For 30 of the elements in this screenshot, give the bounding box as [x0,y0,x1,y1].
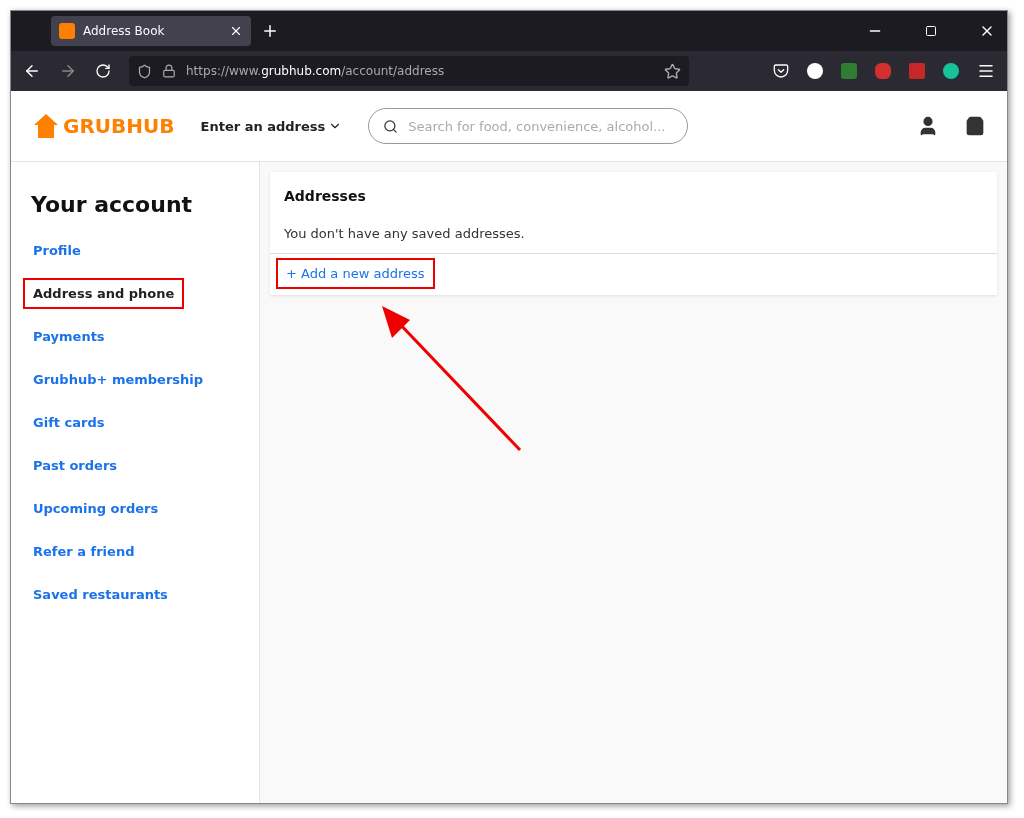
star-icon[interactable] [664,62,681,80]
pocket-icon[interactable] [773,63,789,79]
site-icon [59,23,75,39]
page-title: Your account [31,192,194,217]
sidebar-link[interactable]: Past orders [23,450,128,481]
maximize-icon[interactable] [925,25,937,37]
menu-icon[interactable] [977,62,995,80]
lock-icon [162,64,176,78]
close-icon[interactable] [229,24,243,38]
sidebar-link[interactable]: Saved restaurants [23,579,178,610]
sidebar-link[interactable]: Payments [23,321,115,352]
card-title: Addresses [283,187,367,204]
search-icon [383,118,399,134]
sidebar-link[interactable]: Refer a friend [23,536,145,567]
url-field[interactable]: https://www.grubhub.com/account/address [129,56,689,86]
sidebar-link[interactable]: Upcoming orders [23,493,169,524]
shield-icon [137,63,152,79]
sidebar-link[interactable]: Gift cards [23,407,115,438]
browser-tab[interactable]: Address Book [51,16,251,46]
back-icon[interactable] [23,62,41,80]
sidebar-link[interactable]: Address and phone [23,278,185,309]
add-address-link[interactable]: + Add a new address [276,258,435,289]
site-logo[interactable]: GRUBHUB [33,113,175,139]
empty-message: You don't have any saved addresses. [270,204,997,254]
reload-icon[interactable] [95,63,111,79]
forward-icon[interactable] [59,62,77,80]
sidebar-link[interactable]: Profile [23,235,91,266]
new-tab-icon[interactable] [261,22,279,40]
sidebar-link[interactable]: Grubhub+ membership [23,364,214,395]
address-picker[interactable]: Enter an address [200,118,343,134]
